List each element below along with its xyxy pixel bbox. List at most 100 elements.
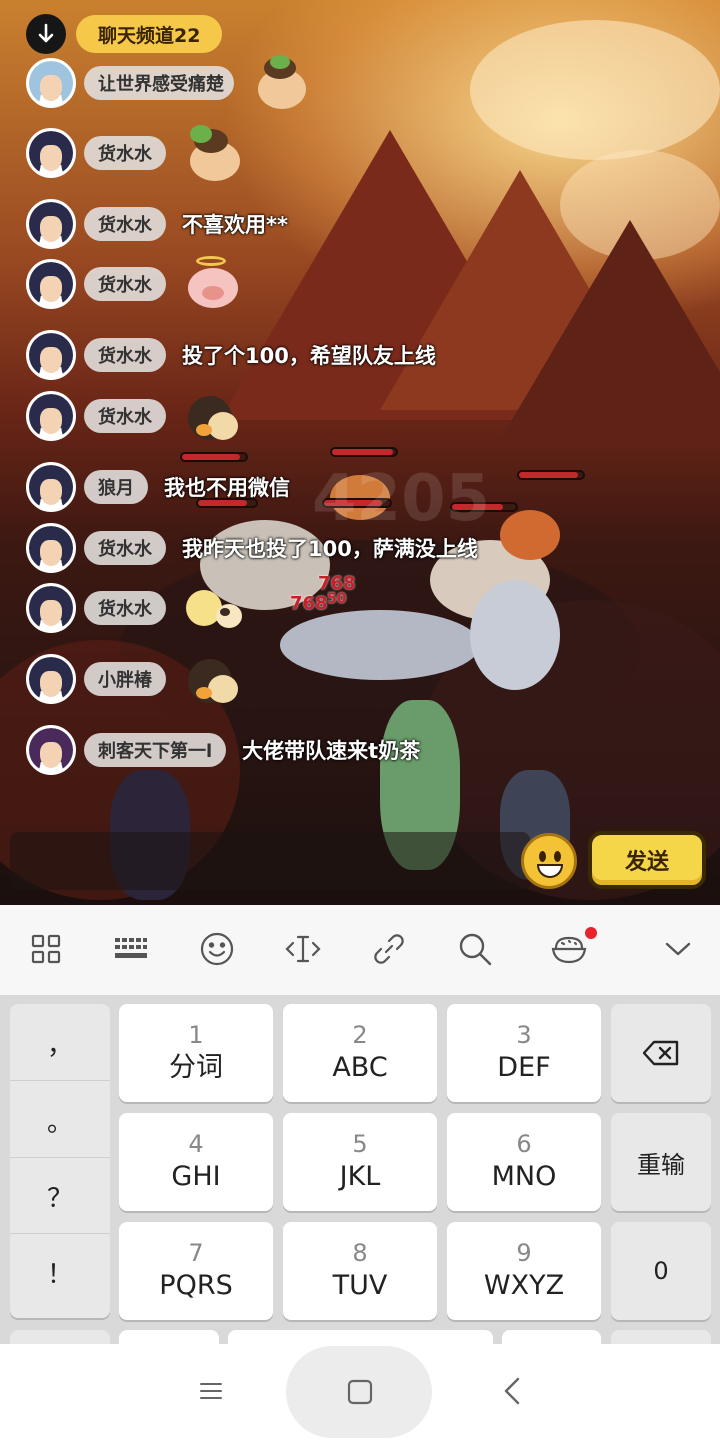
- link-icon[interactable]: [367, 927, 411, 971]
- enemy-hp-bar: [330, 447, 398, 457]
- avatar[interactable]: [26, 128, 76, 178]
- chat-message: 小胖椿: [26, 653, 244, 705]
- home-square-icon[interactable]: [343, 1376, 377, 1408]
- sender-name[interactable]: 让世界感受痛楚: [84, 66, 234, 100]
- chat-message: 让世界感受痛楚: [26, 55, 312, 109]
- sender-name[interactable]: 货水水: [84, 531, 166, 565]
- key-letters: PQRS: [159, 1270, 233, 1301]
- keyboard-toolbar: [0, 905, 720, 995]
- punctuation-column: ， 。 ？ ！: [10, 1004, 110, 1318]
- punct-key-comma[interactable]: ，: [10, 1006, 110, 1081]
- back-icon[interactable]: [497, 1374, 527, 1408]
- dino-sticker: [182, 388, 244, 444]
- cursor-icon[interactable]: [281, 927, 325, 971]
- symbol-key[interactable]: [10, 1330, 110, 1344]
- send-button[interactable]: 发送: [588, 831, 706, 889]
- avatar[interactable]: [26, 654, 76, 704]
- chat-message: 货水水: [26, 582, 244, 634]
- zero-key[interactable]: 0: [611, 1222, 711, 1320]
- avatar[interactable]: [26, 58, 76, 108]
- avatar[interactable]: [26, 330, 76, 380]
- chat-message: 狼月 我也不用微信: [26, 461, 290, 513]
- key-letters: GHI: [171, 1161, 221, 1192]
- avatar[interactable]: [26, 523, 76, 573]
- avatar[interactable]: [26, 199, 76, 249]
- key-4[interactable]: 4 GHI: [119, 1113, 273, 1211]
- space-key[interactable]: [228, 1330, 493, 1344]
- emoji-icon[interactable]: [195, 927, 239, 971]
- arrow-down-icon: [38, 23, 54, 43]
- chat-message: 货水水 我昨天也投了100，萨满没上线: [26, 522, 478, 574]
- language-key[interactable]: [119, 1330, 219, 1344]
- punct-key-question[interactable]: ？: [10, 1159, 110, 1234]
- dino-sticker: [182, 651, 244, 707]
- message-text: 不喜欢用**: [182, 213, 288, 237]
- damage-number: 768: [290, 593, 328, 614]
- key-number: 4: [188, 1130, 204, 1158]
- sender-name[interactable]: 货水水: [84, 338, 166, 372]
- key-9[interactable]: 9 WXYZ: [447, 1222, 601, 1320]
- avatar[interactable]: [26, 462, 76, 512]
- message-text: 我昨天也投了100，萨满没上线: [182, 537, 478, 561]
- enemy-hp-bar: [517, 470, 585, 480]
- reenter-key[interactable]: 重输: [611, 1113, 711, 1211]
- key-1[interactable]: 1 分词: [119, 1004, 273, 1102]
- chat-message: 刺客天下第一l 大佬带队速来t奶茶: [26, 724, 420, 776]
- key-letters: WXYZ: [483, 1270, 565, 1301]
- key-2[interactable]: 2 ABC: [283, 1004, 437, 1102]
- avatar[interactable]: [26, 725, 76, 775]
- reenter-label: 重输: [637, 1150, 685, 1179]
- punct-key-period[interactable]: 。: [10, 1083, 110, 1158]
- avatar[interactable]: [26, 259, 76, 309]
- enter-key[interactable]: [611, 1330, 711, 1344]
- key-letters: 分词: [169, 1052, 223, 1083]
- mode-key[interactable]: [502, 1330, 601, 1344]
- key-letters: DEF: [497, 1052, 551, 1083]
- avatar[interactable]: [26, 391, 76, 441]
- sender-name[interactable]: 货水水: [84, 136, 166, 170]
- sender-name[interactable]: 货水水: [84, 267, 166, 301]
- damage-number: 50: [327, 591, 347, 607]
- chat-channel-badge[interactable]: 聊天频道22: [76, 15, 223, 53]
- toad-sticker: [182, 125, 244, 181]
- grid-icon[interactable]: [24, 927, 68, 971]
- chat-header: 聊天频道22: [26, 14, 223, 54]
- key-5[interactable]: 5 JKL: [283, 1113, 437, 1211]
- key-number: 8: [352, 1239, 368, 1267]
- avatar[interactable]: [26, 583, 76, 633]
- angel-pig-sticker: [182, 256, 244, 312]
- key-number: 1: [188, 1021, 204, 1049]
- key-7[interactable]: 7 PQRS: [119, 1222, 273, 1320]
- sender-name[interactable]: 小胖椿: [84, 662, 166, 696]
- key-number: 2: [352, 1021, 368, 1049]
- backspace-icon: [642, 1040, 679, 1066]
- chevron-down-icon[interactable]: [656, 927, 700, 971]
- smiley-icon: [539, 851, 546, 862]
- chat-message: 货水水: [26, 390, 244, 442]
- punct-key-exclaim[interactable]: ！: [10, 1235, 110, 1310]
- sender-name[interactable]: 货水水: [84, 399, 166, 433]
- key-3[interactable]: 3 DEF: [447, 1004, 601, 1102]
- sender-name[interactable]: 狼月: [84, 470, 148, 504]
- chat-message: 货水水 不喜欢用**: [26, 198, 288, 250]
- sender-name[interactable]: 货水水: [84, 207, 166, 241]
- key-6[interactable]: 6 MNO: [447, 1113, 601, 1211]
- sender-name[interactable]: 刺客天下第一l: [84, 733, 227, 767]
- key-number: 5: [352, 1130, 368, 1158]
- chat-message: 货水水: [26, 125, 244, 181]
- chat-message: 货水水: [26, 256, 244, 312]
- key-number: 3: [516, 1021, 532, 1049]
- rice-bowl-icon[interactable]: [547, 927, 597, 971]
- key-letters: MNO: [491, 1161, 557, 1192]
- sender-name[interactable]: 货水水: [84, 591, 166, 625]
- scroll-down-button[interactable]: [26, 14, 66, 54]
- search-icon[interactable]: [453, 927, 497, 971]
- chat-input[interactable]: [10, 832, 530, 890]
- key-number: 6: [516, 1130, 532, 1158]
- menu-icon[interactable]: [196, 1374, 226, 1408]
- backspace-key[interactable]: [611, 1004, 711, 1102]
- emoji-button[interactable]: [521, 833, 577, 889]
- smiley-icon-eye: [554, 851, 561, 862]
- key-8[interactable]: 8 TUV: [283, 1222, 437, 1320]
- keyboard-icon[interactable]: [109, 927, 153, 971]
